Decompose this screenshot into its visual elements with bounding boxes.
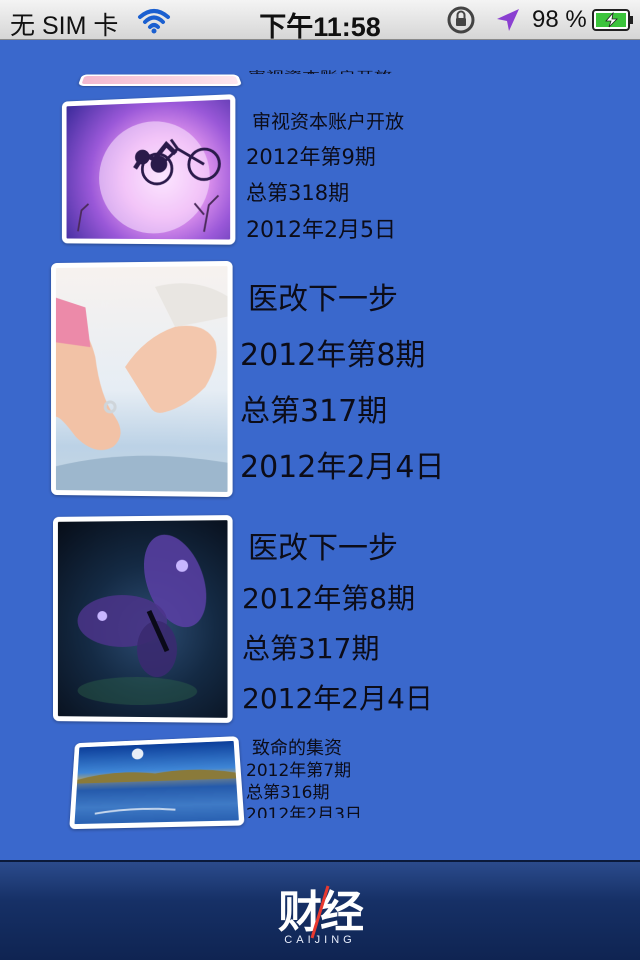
issue-meta: 致命的集资 2012年第7期 总第316期 2012年2月3日 (246, 738, 362, 818)
issue-title: 医改下一步 (248, 282, 398, 317)
issue-total: 总第316期 (246, 783, 330, 803)
issue-meta: 医改下一步 2012年第8期 总第317期 2012年2月4日 (242, 524, 433, 724)
issue-total: 总第317期 (240, 394, 388, 429)
issue-date: 2012年2月4日 (240, 450, 445, 485)
rotation-lock-icon (447, 6, 475, 34)
battery-percent: 98 % (532, 6, 587, 33)
issue-date: 2012年2月5日 (246, 218, 396, 243)
caijing-wordmark: CAIJING (284, 934, 356, 946)
couple-bicycle-image (67, 119, 231, 239)
issue-list[interactable]: 审视资本账户开放 审视资本账户开放 2012年第9期 总第318期 2012年2… (0, 40, 640, 860)
location-arrow-icon (497, 9, 519, 31)
issue-total: 总第318期 (246, 181, 350, 205)
issue-total: 总第317期 (242, 632, 380, 665)
issue-thumbnail[interactable] (51, 260, 233, 498)
issue-thumbnail[interactable] (61, 94, 236, 245)
issue-number: 2012年第8期 (242, 582, 416, 615)
issue-title: 审视资本账户开放 (252, 111, 405, 133)
issue-date: 2012年2月4日 (242, 682, 433, 715)
issue-meta: 医改下一步 2012年第8期 总第317期 2012年2月4日 (240, 272, 445, 496)
issue-title: 审视资本账户开放 (248, 68, 392, 74)
issue-number: 2012年第7期 (246, 761, 352, 781)
issue-title: 医改下一步 (248, 531, 398, 566)
issue-number: 2012年第9期 (246, 145, 376, 169)
issue-number: 2012年第8期 (240, 338, 426, 373)
lake-landscape-image (74, 748, 239, 825)
issue-thumbnail[interactable] (69, 736, 245, 830)
issue-thumbnail[interactable] (77, 74, 243, 86)
status-bar: 无 SIM 卡 下午11:58 98 % (0, 0, 640, 42)
butterfly-image (77, 525, 219, 706)
list-item-partial-text: 审视资本账户开放 (248, 68, 392, 74)
logo-slash-icon (310, 885, 330, 939)
issue-title: 致命的集资 (252, 738, 342, 759)
issue-meta: 审视资本账户开放 2012年第9期 总第318期 2012年2月5日 (246, 106, 404, 251)
issue-thumbnail[interactable] (53, 515, 233, 723)
holding-hands-image (55, 282, 228, 492)
issue-date: 2012年2月3日 (246, 805, 362, 818)
bottom-toolbar: 财经 CAIJING (0, 860, 640, 960)
battery-charging-icon (592, 9, 633, 31)
